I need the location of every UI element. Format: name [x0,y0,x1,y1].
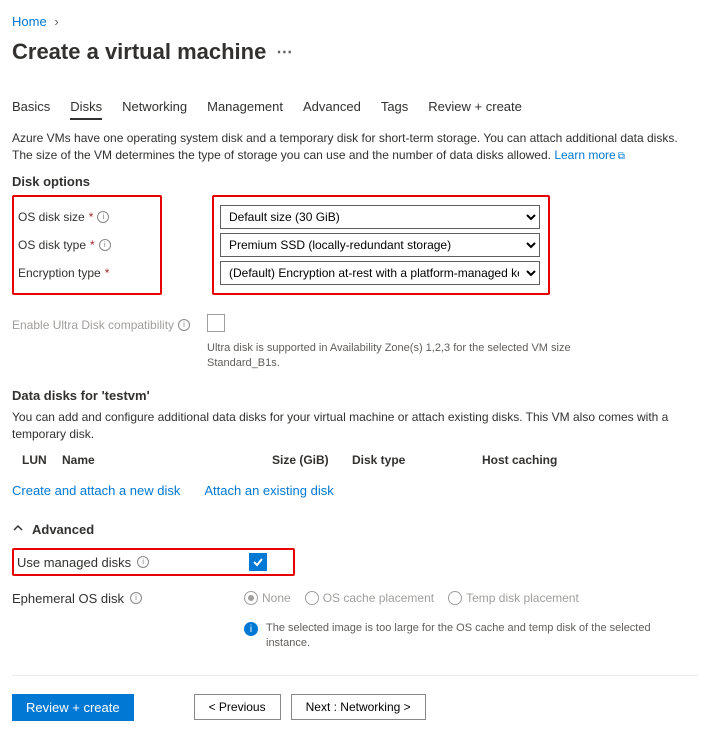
ultra-disk-checkbox[interactable] [207,314,225,332]
info-icon: i [244,622,258,636]
more-actions-icon[interactable]: ⋯ [276,42,292,62]
highlight-labels: OS disk size * i OS disk type * i Encryp… [12,195,162,295]
attach-disk-link[interactable]: Attach an existing disk [204,483,333,498]
tab-networking[interactable]: Networking [122,95,187,120]
disk-options-heading: Disk options [12,174,698,189]
data-disks-desc: You can add and configure additional dat… [12,409,698,443]
col-type: Disk type [352,453,482,467]
learn-more-link[interactable]: Learn more⧉ [554,148,625,162]
chevron-up-icon [12,522,24,537]
ephemeral-radio-group: None OS cache placement Temp disk placem… [244,591,579,606]
breadcrumb: Home › [12,10,698,33]
tab-advanced[interactable]: Advanced [303,95,361,120]
required-asterisk: * [105,266,110,280]
previous-button[interactable]: < Previous [194,694,281,720]
ephemeral-hint: The selected image is too large for the … [266,621,664,651]
chevron-right-icon: › [54,14,58,29]
separator [12,675,698,676]
ephemeral-os-disk-label: Ephemeral OS disk [12,591,124,606]
info-icon[interactable]: i [99,239,111,251]
breadcrumb-home-link[interactable]: Home [12,14,47,29]
col-lun: LUN [12,453,62,467]
footer: Review + create < Previous Next : Networ… [12,688,698,727]
advanced-toggle[interactable]: Advanced [12,518,698,541]
page-title: Create a virtual machine ⋯ [12,39,698,65]
col-name: Name [62,453,272,467]
tabs: Basics Disks Networking Management Advan… [12,95,698,120]
tab-disks[interactable]: Disks [70,95,102,120]
info-icon[interactable]: i [130,592,142,604]
tab-tags[interactable]: Tags [381,95,408,120]
radio-none[interactable]: None [244,591,291,606]
highlight-inputs: Default size (30 GiB) Premium SSD (local… [212,195,550,295]
ultra-disk-hint: Ultra disk is supported in Availability … [207,341,627,371]
os-disk-type-label: OS disk type [18,238,86,252]
info-icon[interactable]: i [178,319,190,331]
required-asterisk: * [89,210,94,224]
data-disks-table-header: LUN Name Size (GiB) Disk type Host cachi… [12,447,698,473]
info-icon[interactable]: i [137,556,149,568]
use-managed-disks-label: Use managed disks [17,555,131,570]
encryption-type-select[interactable]: (Default) Encryption at-rest with a plat… [220,261,540,285]
info-icon[interactable]: i [97,211,109,223]
highlight-managed-disks: Use managed disks i [12,548,295,576]
os-disk-type-select[interactable]: Premium SSD (locally-redundant storage) [220,233,540,257]
review-create-button[interactable]: Review + create [12,694,134,721]
create-disk-link[interactable]: Create and attach a new disk [12,483,180,498]
required-asterisk: * [90,238,95,252]
ultra-disk-label: Enable Ultra Disk compatibility [12,318,174,332]
col-size: Size (GiB) [272,453,352,467]
os-disk-size-label: OS disk size [18,210,85,224]
radio-os-cache[interactable]: OS cache placement [305,591,434,606]
encryption-type-label: Encryption type [18,266,101,280]
data-disks-heading: Data disks for 'testvm' [12,388,698,403]
col-cache: Host caching [482,453,698,467]
os-disk-size-select[interactable]: Default size (30 GiB) [220,205,540,229]
tab-basics[interactable]: Basics [12,95,50,120]
use-managed-disks-checkbox[interactable] [249,553,267,571]
next-button[interactable]: Next : Networking > [291,694,426,720]
tab-management[interactable]: Management [207,95,283,120]
tab-review[interactable]: Review + create [428,95,522,120]
radio-temp-disk[interactable]: Temp disk placement [448,591,579,606]
external-link-icon: ⧉ [618,151,625,162]
intro-text: Azure VMs have one operating system disk… [12,130,698,164]
